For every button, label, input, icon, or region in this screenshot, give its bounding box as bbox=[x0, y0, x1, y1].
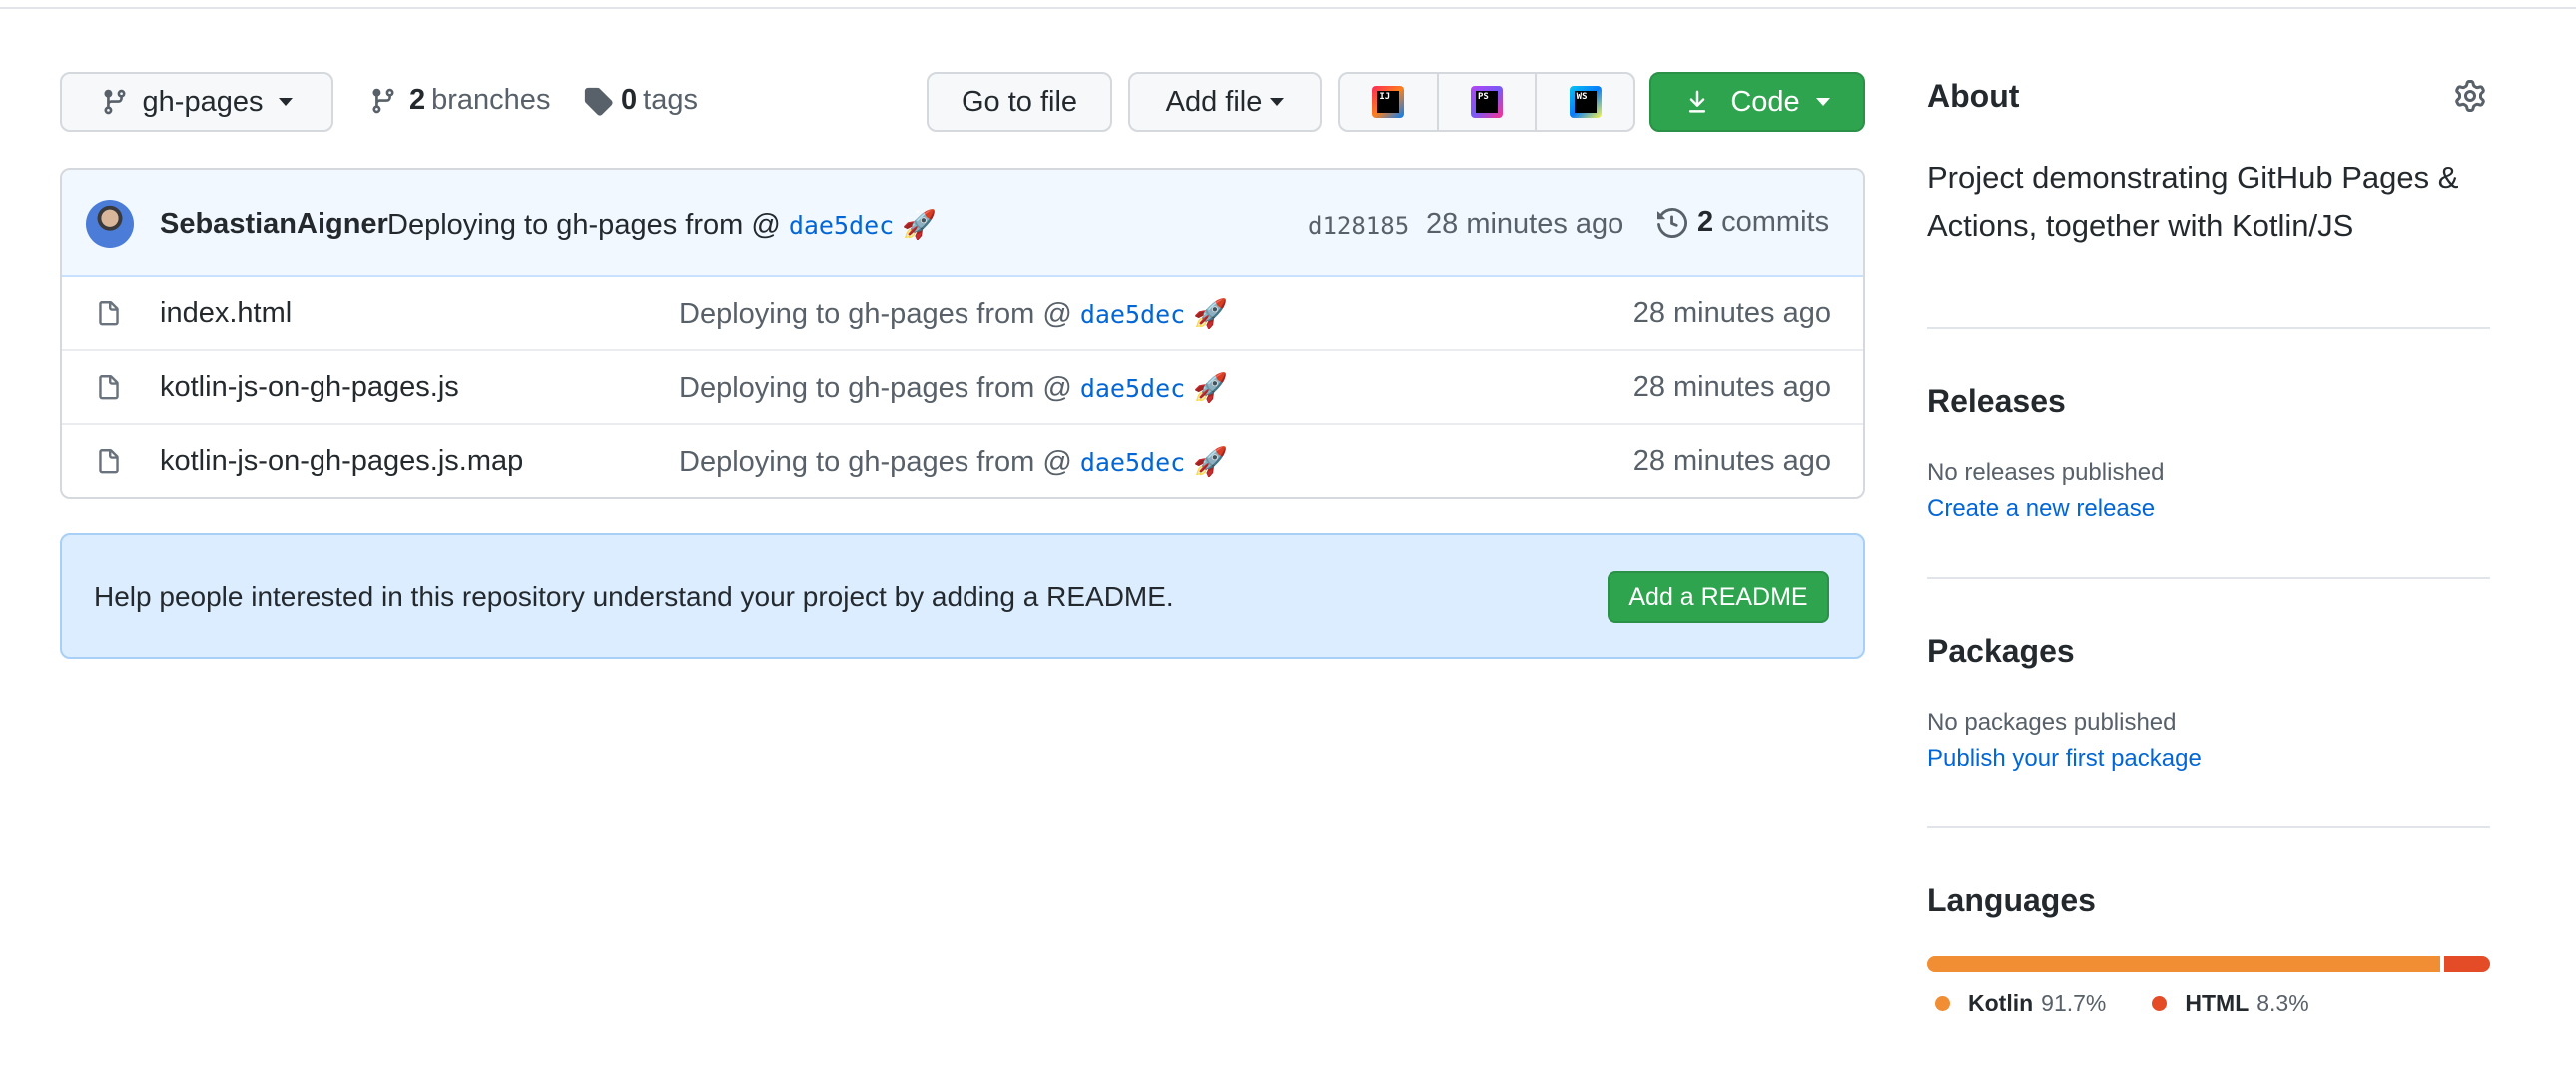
readme-banner-text: Help people interested in this repositor… bbox=[94, 581, 1174, 612]
releases-none-text: No releases published bbox=[1927, 459, 2165, 486]
file-commit-message[interactable]: Deploying to gh-pages from @ dae5dec 🚀 bbox=[679, 297, 1228, 331]
code-label: Code bbox=[1730, 85, 1800, 118]
commit-message-text: Deploying to gh-pages from @ bbox=[387, 209, 781, 241]
file-name[interactable]: kotlin-js-on-gh-pages.js.map bbox=[160, 445, 523, 478]
commit-message[interactable]: Deploying to gh-pages from @ dae5dec 🚀 bbox=[387, 208, 937, 242]
tags-count: 0 bbox=[621, 84, 638, 116]
history-icon bbox=[1657, 207, 1687, 238]
branches-link[interactable]: 2 branches bbox=[369, 84, 550, 117]
intellij-icon-text: IJ bbox=[1377, 91, 1400, 113]
packages-none-text: No packages published bbox=[1927, 709, 2177, 736]
language-percent: 8.3% bbox=[2256, 990, 2309, 1016]
file-time: 28 minutes ago bbox=[1632, 371, 1831, 403]
language-name[interactable]: HTML bbox=[2185, 990, 2249, 1017]
phpstorm-icon-text: PS bbox=[1476, 91, 1498, 113]
file-time: 28 minutes ago bbox=[1632, 445, 1831, 477]
file-row[interactable]: index.html Deploying to gh-pages from @ … bbox=[62, 277, 1863, 351]
go-to-file-button[interactable]: Go to file bbox=[927, 72, 1112, 132]
file-row[interactable]: kotlin-js-on-gh-pages.js Deploying to gh… bbox=[62, 351, 1863, 425]
language-bar-segment bbox=[2443, 956, 2490, 972]
branch-select-button[interactable]: gh-pages bbox=[60, 72, 333, 132]
branches-label: branches bbox=[431, 84, 551, 116]
latest-commit-bar: SebastianAigner Deploying to gh-pages fr… bbox=[62, 170, 1863, 277]
file-icon bbox=[99, 449, 119, 474]
gear-icon[interactable] bbox=[2454, 80, 2486, 112]
code-button[interactable]: Code bbox=[1649, 72, 1865, 132]
languages-bar bbox=[1927, 956, 2490, 972]
commit-ref-link[interactable]: dae5dec bbox=[1080, 448, 1185, 477]
avatar[interactable] bbox=[86, 200, 134, 248]
chevron-down-icon bbox=[1270, 98, 1285, 106]
publish-package-link[interactable]: Publish your first package bbox=[1927, 745, 2202, 773]
file-icon bbox=[99, 301, 119, 326]
open-in-intellij-button[interactable]: IJ bbox=[1340, 74, 1439, 130]
releases-title[interactable]: Releases bbox=[1927, 383, 2066, 420]
language-percent: 91.7% bbox=[2041, 990, 2107, 1016]
section-divider bbox=[1927, 577, 2490, 579]
file-name[interactable]: index.html bbox=[160, 297, 292, 330]
section-divider bbox=[1927, 327, 2490, 329]
commit-author[interactable]: SebastianAigner bbox=[160, 208, 388, 241]
commits-count: 2 bbox=[1697, 206, 1714, 238]
go-to-file-label: Go to file bbox=[961, 85, 1078, 118]
file-commit-message-text: Deploying to gh-pages from @ bbox=[679, 446, 1072, 478]
rocket-emoji: 🚀 bbox=[1193, 372, 1229, 403]
chevron-down-icon bbox=[279, 98, 294, 106]
tags-label: tags bbox=[643, 84, 698, 116]
languages-title: Languages bbox=[1927, 882, 2096, 918]
phpstorm-icon: PS bbox=[1471, 86, 1503, 118]
webstorm-icon-text: WS bbox=[1574, 91, 1597, 113]
language-bar-segment bbox=[1927, 956, 2440, 972]
webstorm-icon: WS bbox=[1569, 86, 1602, 118]
commit-ref-link[interactable]: dae5dec bbox=[1080, 374, 1185, 403]
section-divider bbox=[1927, 826, 2490, 828]
intellij-icon: IJ bbox=[1372, 86, 1405, 118]
about-description: Project demonstrating GitHub Pages & Act… bbox=[1927, 160, 2459, 243]
tags-link[interactable]: 0 tags bbox=[583, 84, 698, 117]
file-row[interactable]: kotlin-js-on-gh-pages.js.map Deploying t… bbox=[62, 425, 1863, 497]
commit-ref-link[interactable]: dae5dec bbox=[789, 211, 894, 240]
readme-banner: Help people interested in this repositor… bbox=[60, 533, 1865, 659]
file-commit-message-text: Deploying to gh-pages from @ bbox=[679, 372, 1072, 404]
file-list-box: SebastianAigner Deploying to gh-pages fr… bbox=[60, 168, 1865, 499]
git-branch-icon bbox=[104, 89, 126, 115]
add-file-button[interactable]: Add file bbox=[1128, 72, 1322, 132]
file-commit-message[interactable]: Deploying to gh-pages from @ dae5dec 🚀 bbox=[679, 371, 1228, 405]
chevron-down-icon bbox=[1815, 98, 1830, 106]
file-icon bbox=[99, 375, 119, 400]
commits-link[interactable]: 2 commits bbox=[1657, 206, 1829, 239]
commit-sha[interactable]: d128185 bbox=[1308, 212, 1409, 240]
open-in-webstorm-button[interactable]: WS bbox=[1537, 74, 1633, 130]
rocket-emoji: 🚀 bbox=[902, 209, 938, 240]
open-in-phpstorm-button[interactable]: PS bbox=[1439, 74, 1538, 130]
commit-ref-link[interactable]: dae5dec bbox=[1080, 300, 1185, 329]
branch-name: gh-pages bbox=[142, 85, 264, 118]
file-commit-message-text: Deploying to gh-pages from @ bbox=[679, 298, 1072, 330]
add-file-label: Add file bbox=[1165, 85, 1263, 118]
kotlin-color-dot bbox=[1935, 996, 1950, 1011]
commits-label: commits bbox=[1721, 206, 1830, 238]
branches-count: 2 bbox=[409, 84, 426, 116]
languages-legend: Kotlin 91.7% HTML 8.3% bbox=[1935, 990, 2309, 1017]
rocket-emoji: 🚀 bbox=[1193, 446, 1229, 477]
tag-icon bbox=[584, 87, 613, 116]
file-name[interactable]: kotlin-js-on-gh-pages.js bbox=[160, 371, 459, 404]
commit-time: 28 minutes ago bbox=[1426, 208, 1624, 240]
about-title: About bbox=[1927, 78, 2020, 114]
download-icon bbox=[1689, 90, 1706, 113]
file-time: 28 minutes ago bbox=[1632, 297, 1831, 329]
language-name[interactable]: Kotlin bbox=[1968, 990, 2033, 1017]
git-branch-icon bbox=[372, 88, 394, 113]
top-divider bbox=[0, 0, 2576, 9]
packages-title[interactable]: Packages bbox=[1927, 633, 2075, 670]
add-readme-button[interactable]: Add a README bbox=[1608, 571, 1829, 623]
rocket-emoji: 🚀 bbox=[1193, 298, 1229, 329]
file-commit-message[interactable]: Deploying to gh-pages from @ dae5dec 🚀 bbox=[679, 445, 1228, 479]
repo-toolbar: gh-pages 2 branches 0 tags Go to file Ad… bbox=[60, 72, 1865, 136]
create-release-link[interactable]: Create a new release bbox=[1927, 495, 2155, 523]
ide-open-buttons: IJ PS WS bbox=[1338, 72, 1635, 132]
html-color-dot bbox=[2152, 996, 2168, 1011]
